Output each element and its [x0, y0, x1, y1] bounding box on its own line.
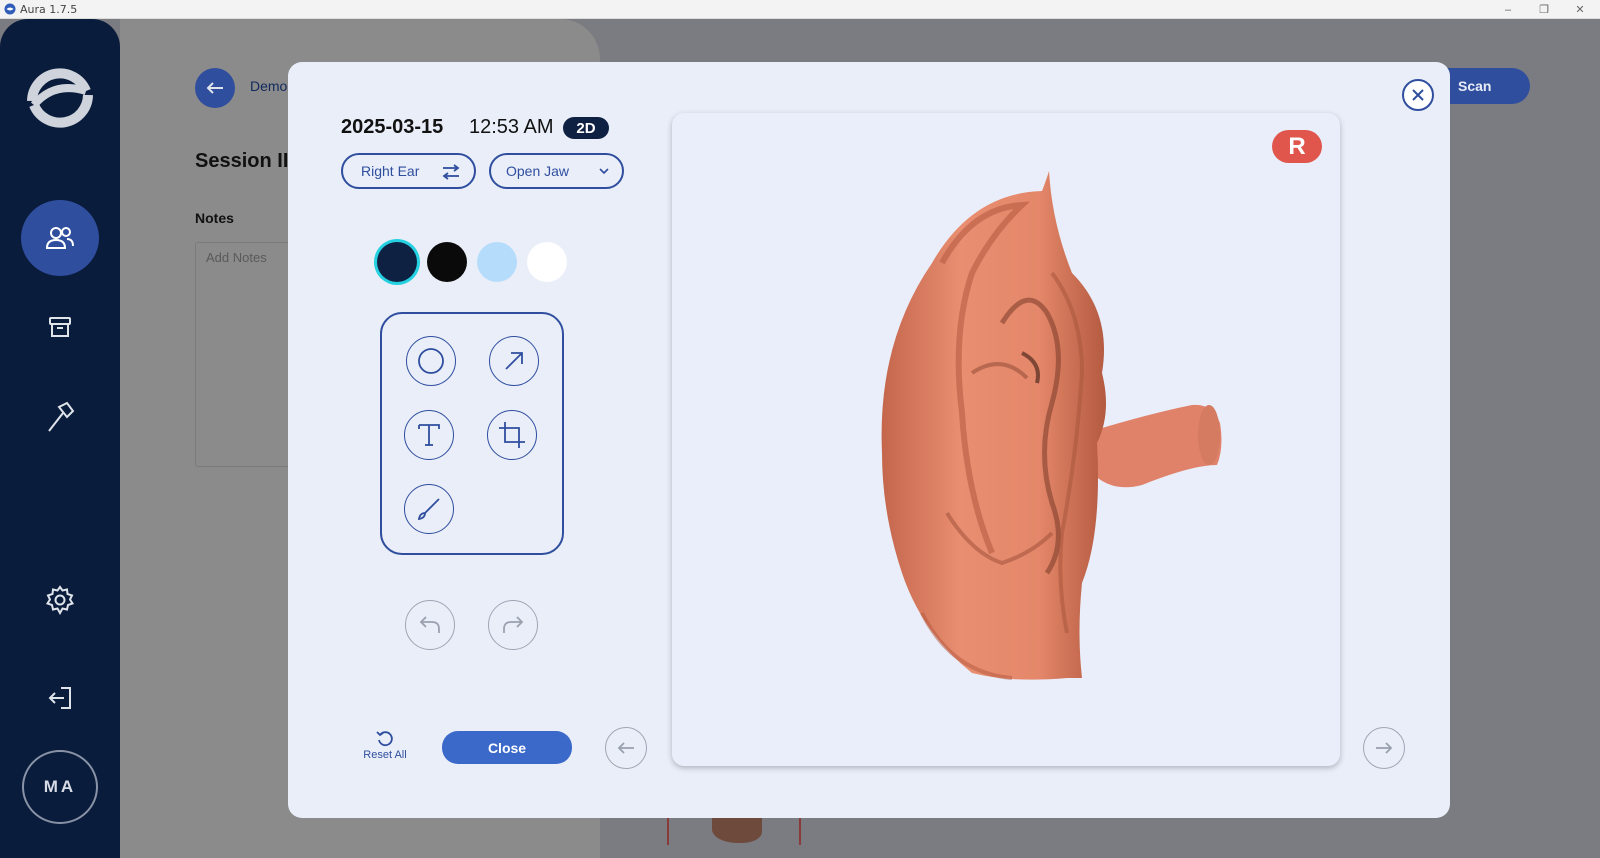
sidebar-item-settings[interactable] — [21, 562, 99, 638]
next-image-button[interactable] — [1363, 727, 1405, 769]
close-button[interactable]: Close — [442, 731, 572, 764]
users-icon — [45, 227, 74, 249]
color-swatch-black[interactable] — [427, 242, 467, 282]
brush-tool[interactable] — [404, 484, 454, 534]
archive-icon — [49, 317, 71, 337]
previous-image-button[interactable] — [605, 727, 647, 769]
notes-placeholder: Add Notes — [206, 250, 267, 265]
chevron-down-icon — [599, 168, 609, 175]
modal-close-icon-button[interactable] — [1402, 79, 1434, 111]
app-logo-icon — [4, 3, 16, 15]
sidebar-item-tools[interactable] — [21, 379, 99, 455]
sidebar-item-archive[interactable] — [21, 289, 99, 365]
redo-button[interactable] — [488, 600, 538, 650]
restore-button[interactable]: ❐ — [1526, 0, 1562, 19]
section-title: Session II — [195, 150, 289, 172]
breadcrumb[interactable]: Demo — [250, 78, 287, 94]
close-icon — [1412, 89, 1424, 101]
arrow-right-icon — [1376, 742, 1393, 754]
arrow-tool[interactable] — [489, 336, 539, 386]
reset-all-label: Reset All — [363, 749, 407, 761]
undo-button[interactable] — [405, 600, 455, 650]
side-selector[interactable]: Right Ear — [341, 153, 476, 189]
crop-tool[interactable] — [487, 410, 537, 460]
jaw-selector-label: Open Jaw — [506, 163, 570, 179]
reset-all-button[interactable]: Reset All — [359, 730, 411, 761]
arrow-up-right-icon — [505, 352, 523, 370]
window-title: Aura 1.7.5 — [20, 2, 78, 16]
ear-model-image — [881, 171, 1222, 680]
ear-model-viewer[interactable] — [672, 113, 1340, 766]
window-close-button[interactable]: ✕ — [1562, 0, 1598, 19]
circle-tool[interactable] — [406, 336, 456, 386]
logout-icon — [48, 687, 71, 709]
scan-time: 12:53 AM — [469, 116, 554, 138]
text-icon — [418, 424, 440, 446]
text-tool[interactable] — [404, 410, 454, 460]
back-button[interactable] — [195, 68, 235, 108]
scan-thumbnail-image — [712, 815, 762, 843]
scan-date: 2025-03-15 — [341, 116, 444, 138]
undo-icon — [419, 616, 440, 633]
color-swatch-white[interactable] — [527, 242, 567, 282]
hammer-icon — [48, 401, 75, 432]
brush-icon — [417, 498, 440, 521]
sidebar: MA — [0, 19, 120, 858]
arrow-left-icon — [617, 742, 634, 754]
minimize-button[interactable]: – — [1490, 0, 1526, 19]
circle-icon — [418, 348, 444, 374]
sidebar-item-logout[interactable] — [21, 660, 99, 736]
title-bar: Aura 1.7.5 – ❐ ✕ — [0, 0, 1600, 19]
swap-icon — [442, 164, 460, 180]
reset-icon — [376, 731, 393, 747]
notes-label: Notes — [195, 210, 234, 226]
aura-logo-icon — [27, 68, 93, 128]
mode-badge: 2D — [563, 117, 609, 139]
jaw-selector[interactable]: Open Jaw — [489, 153, 624, 189]
user-avatar[interactable]: MA — [22, 750, 98, 824]
sidebar-item-patients[interactable] — [21, 200, 99, 276]
crop-icon — [499, 422, 525, 448]
arrow-left-icon — [206, 82, 223, 94]
gear-icon — [45, 585, 75, 615]
side-badge: R — [1272, 130, 1322, 163]
color-swatch-navy[interactable] — [377, 242, 417, 282]
color-swatch-light-blue[interactable] — [477, 242, 517, 282]
side-selector-label: Right Ear — [361, 163, 420, 179]
redo-icon — [503, 616, 524, 633]
